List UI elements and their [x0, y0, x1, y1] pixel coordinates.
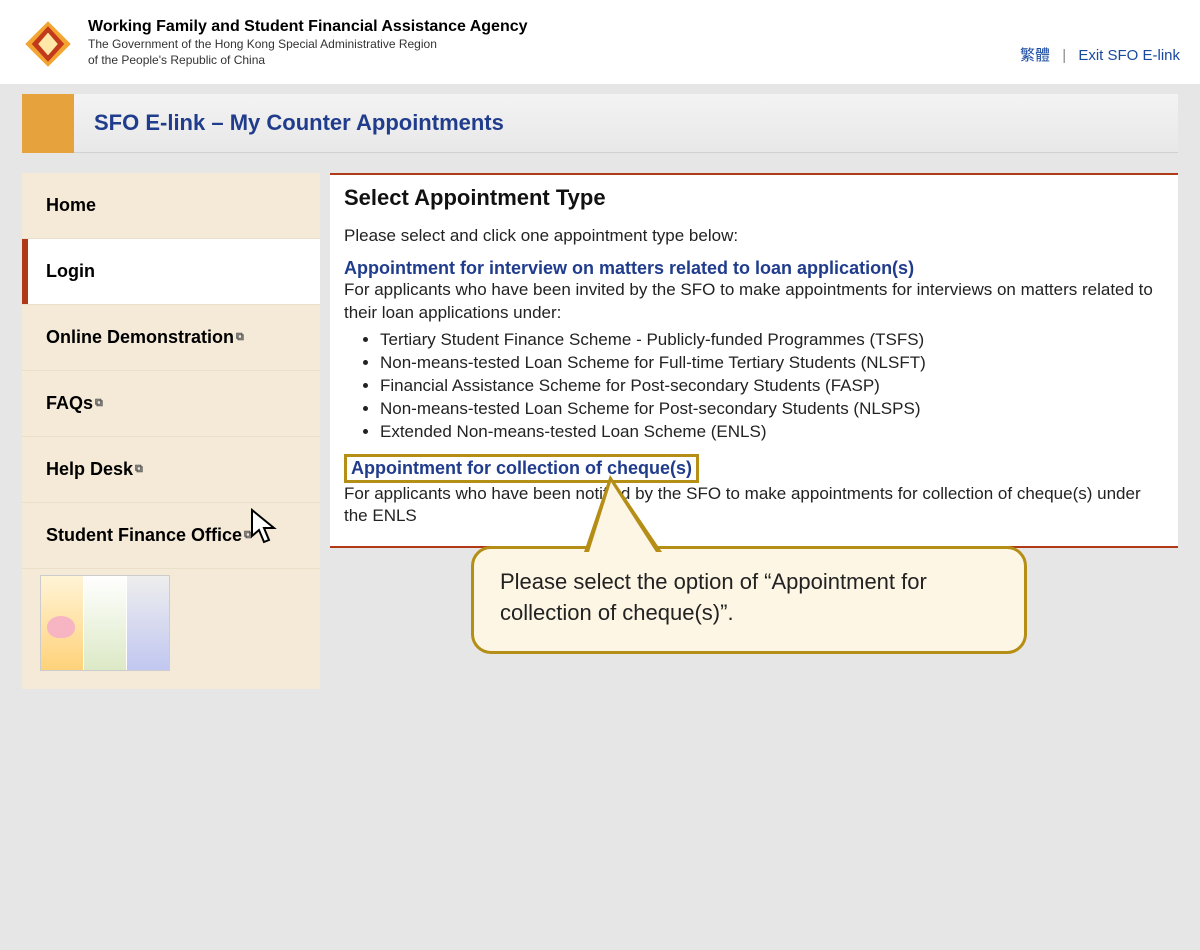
callout-text: Please select the option of “Appointment… — [500, 569, 927, 625]
appt-cheque-desc: For applicants who have been notified by… — [344, 483, 1164, 529]
header-titles: Working Family and Student Financial Ass… — [88, 18, 528, 68]
page-title-bar: SFO E-link – My Counter Appointments — [22, 94, 1178, 153]
appt-interview-desc: For applicants who have been invited by … — [344, 279, 1164, 325]
appt-interview-link[interactable]: Appointment for interview on matters rel… — [344, 258, 914, 279]
sidebar: Home Login Online Demonstration⧉ FAQs⧉ H… — [22, 173, 320, 689]
sidebar-item-label: Home — [46, 195, 96, 216]
org-subtitle-1: The Government of the Hong Kong Special … — [88, 36, 528, 52]
sidebar-item-faqs[interactable]: FAQs⧉ — [22, 371, 320, 437]
org-subtitle-2: of the People's Republic of China — [88, 52, 528, 68]
header: Working Family and Student Financial Ass… — [0, 0, 1200, 84]
external-link-icon: ⧉ — [236, 331, 244, 344]
scheme-item: Non-means-tested Loan Scheme for Full-ti… — [380, 352, 1164, 375]
title-accent — [22, 94, 74, 153]
separator: | — [1062, 47, 1066, 64]
instruction-callout: Please select the option of “Appointment… — [471, 546, 1027, 654]
sidebar-item-label: Login — [46, 261, 95, 282]
header-links: 繁體 | Exit SFO E-link — [1020, 44, 1180, 65]
page-title-box: SFO E-link – My Counter Appointments — [74, 94, 1178, 153]
external-link-icon: ⧉ — [244, 529, 252, 542]
sidebar-item-online-demo[interactable]: Online Demonstration⧉ — [22, 305, 320, 371]
exit-link[interactable]: Exit SFO E-link — [1078, 47, 1180, 64]
main-panel: Select Appointment Type Please select an… — [330, 173, 1178, 548]
callout-bubble: Please select the option of “Appointment… — [471, 546, 1027, 654]
scheme-item: Tertiary Student Finance Scheme - Public… — [380, 329, 1164, 352]
main-intro: Please select and click one appointment … — [344, 225, 1164, 248]
page-title: SFO E-link – My Counter Appointments — [94, 110, 504, 136]
sidebar-promo — [22, 569, 320, 689]
sidebar-item-login[interactable]: Login — [22, 239, 320, 305]
promo-image[interactable] — [40, 575, 170, 671]
agency-logo-icon — [22, 18, 74, 70]
scheme-list: Tertiary Student Finance Scheme - Public… — [368, 329, 1164, 444]
language-link[interactable]: 繁體 — [1020, 47, 1050, 64]
sidebar-item-label: Student Finance Office — [46, 525, 242, 546]
sidebar-item-label: FAQs — [46, 393, 93, 414]
sidebar-item-label: Online Demonstration — [46, 327, 234, 348]
logo-block: Working Family and Student Financial Ass… — [22, 18, 528, 70]
org-title: Working Family and Student Financial Ass… — [88, 18, 528, 36]
sidebar-item-sfo[interactable]: Student Finance Office⧉ — [22, 503, 320, 569]
sidebar-item-home[interactable]: Home — [22, 173, 320, 239]
sidebar-item-help-desk[interactable]: Help Desk⧉ — [22, 437, 320, 503]
scheme-item: Non-means-tested Loan Scheme for Post-se… — [380, 398, 1164, 421]
external-link-icon: ⧉ — [135, 463, 143, 476]
main-heading: Select Appointment Type — [344, 185, 1164, 211]
external-link-icon: ⧉ — [95, 397, 103, 410]
scheme-item: Financial Assistance Scheme for Post-sec… — [380, 375, 1164, 398]
scheme-item: Extended Non-means-tested Loan Scheme (E… — [380, 421, 1164, 444]
sidebar-item-label: Help Desk — [46, 459, 133, 480]
